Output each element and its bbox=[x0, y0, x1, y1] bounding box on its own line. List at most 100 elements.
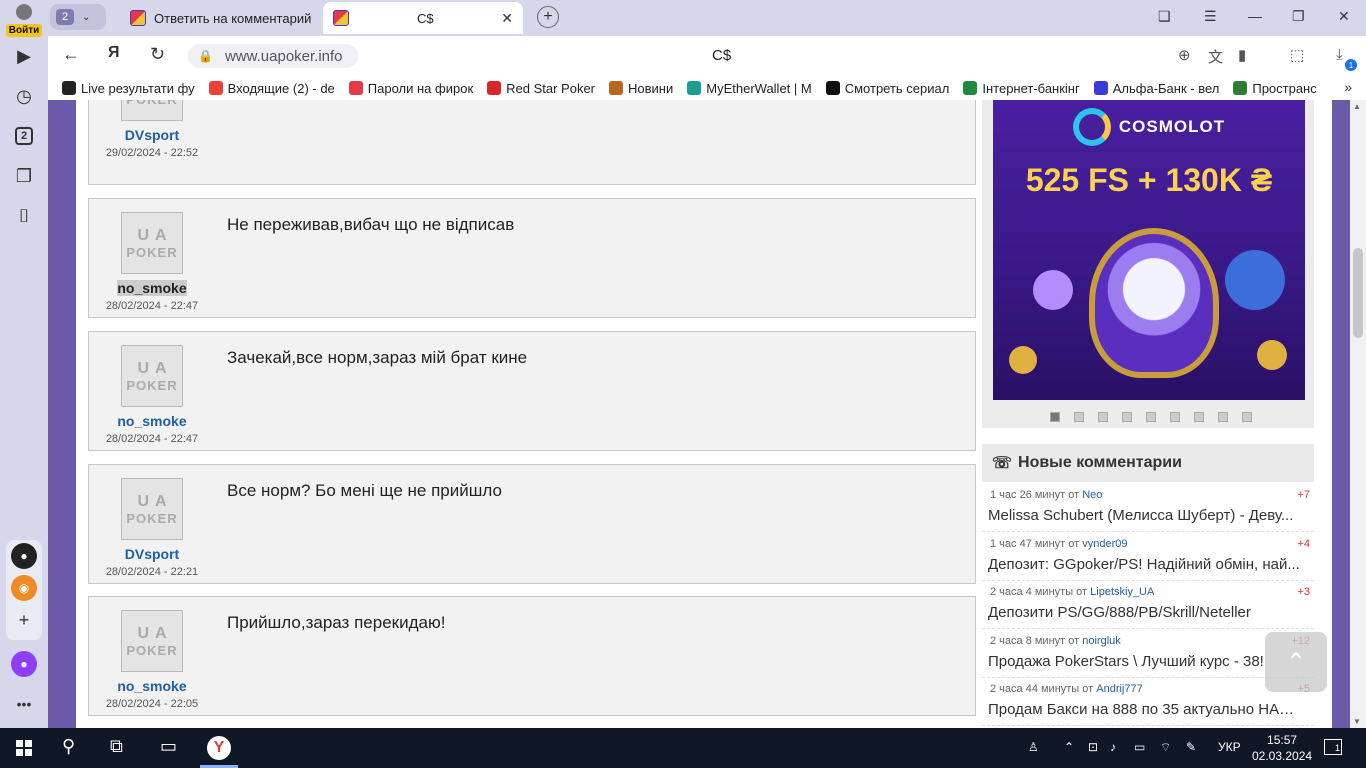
bookmark-icon[interactable]: ▮ bbox=[1238, 46, 1246, 64]
yandex-icon[interactable]: Я bbox=[108, 44, 120, 62]
history-icon[interactable]: ◷ bbox=[8, 80, 40, 112]
desktop-app-icon[interactable]: ▭ bbox=[160, 736, 177, 757]
user-avatar[interactable]: UAPOKER bbox=[121, 212, 183, 274]
new-comment-title[interactable]: Продам Бакси на 888 по 35 актуально НАВЕ… bbox=[988, 701, 1304, 718]
new-comment-user[interactable]: Andrij777 bbox=[1096, 683, 1142, 695]
add-app-icon[interactable]: + bbox=[11, 607, 37, 633]
more-icon[interactable]: ••• bbox=[8, 688, 40, 720]
ad-banner[interactable]: COSMOLOT 525 FS + 130K ₴ bbox=[982, 100, 1314, 428]
yandex-browser-icon[interactable]: Y bbox=[207, 736, 231, 760]
comment-author[interactable]: no_smoke bbox=[117, 413, 186, 429]
download-icon[interactable]: ⤓ bbox=[1336, 46, 1343, 63]
comment-item: UA POKER DVsport 28/02/2024 - 22:21 Все норм… bbox=[88, 464, 976, 584]
bookmark-item[interactable]: Red Star Poker bbox=[487, 81, 595, 96]
user-avatar[interactable]: UAPOKER bbox=[121, 478, 183, 540]
collections-icon[interactable]: ❐ bbox=[8, 160, 40, 192]
minimize-icon[interactable]: — bbox=[1248, 8, 1262, 24]
bookmark-item[interactable]: Входящие (2) - de bbox=[208, 81, 335, 96]
screenshot-icon[interactable]: ⌷ bbox=[8, 200, 40, 232]
new-comment-item[interactable]: 1 час 47 минут от vynder09 +4 Депозит: GGp… bbox=[982, 533, 1314, 581]
bookmark-item[interactable]: Пространс bbox=[1233, 81, 1317, 96]
new-comment-item[interactable]: 1 час 26 минут от Neo +7 Melissa Schubert … bbox=[982, 484, 1314, 532]
comment-author[interactable]: DVsport bbox=[125, 127, 179, 143]
new-comment-title[interactable]: Депозит: GGpoker/PS! Надійний обмін, най… bbox=[988, 556, 1304, 573]
scroll-down-icon[interactable]: ▼ bbox=[1353, 717, 1361, 726]
pen-icon[interactable]: ✎ bbox=[1186, 740, 1196, 754]
app-icon-1[interactable]: ● bbox=[11, 543, 37, 569]
slide-dot[interactable] bbox=[1170, 412, 1180, 422]
notifications-button[interactable]: 1 bbox=[1324, 739, 1342, 755]
slide-dot[interactable] bbox=[1242, 412, 1252, 422]
login-button[interactable]: Войти bbox=[4, 2, 44, 37]
banner-image[interactable]: COSMOLOT 525 FS + 130K ₴ bbox=[993, 100, 1305, 400]
new-comment-user[interactable]: vynder09 bbox=[1082, 538, 1127, 550]
extensions-icon[interactable]: ⬚ bbox=[1290, 46, 1304, 64]
search-icon[interactable]: ⚲ bbox=[62, 736, 75, 757]
bookmark-item[interactable]: MyEtherWallet | M bbox=[687, 81, 812, 96]
user-avatar[interactable]: UAPOKER bbox=[121, 100, 183, 121]
tab-reply[interactable]: Ответить на комментарий bbox=[120, 2, 322, 34]
back-icon[interactable]: ← bbox=[62, 44, 80, 65]
task-view-icon[interactable]: ⧉ bbox=[110, 736, 123, 757]
comment-author[interactable]: no_smoke bbox=[117, 280, 187, 296]
clock-date: 02.03.2024 bbox=[1252, 749, 1313, 763]
comment-author[interactable]: DVsport bbox=[125, 546, 179, 562]
tabs-count-button[interactable]: 2 bbox=[8, 120, 40, 152]
battery-icon[interactable]: ▭ bbox=[1134, 740, 1145, 754]
play-icon[interactable]: ▶ bbox=[8, 40, 40, 72]
new-comment-title[interactable]: Melissa Schubert (Мелисса Шуберт) - Деву… bbox=[988, 507, 1304, 524]
new-comment-user[interactable]: noirgluk bbox=[1082, 635, 1121, 647]
slide-dot[interactable] bbox=[1074, 412, 1084, 422]
app-icon-2[interactable]: ◉ bbox=[11, 575, 37, 601]
bookmark-favicon-icon bbox=[963, 81, 978, 95]
slide-dot[interactable] bbox=[1218, 412, 1228, 422]
close-window-icon[interactable]: ✕ bbox=[1338, 8, 1350, 25]
bookmark-item[interactable]: Інтернет-банкінг bbox=[963, 81, 1080, 96]
slide-dot[interactable] bbox=[1194, 412, 1204, 422]
user-avatar[interactable]: UAPOKER bbox=[121, 610, 183, 672]
slide-dot[interactable] bbox=[1146, 412, 1156, 422]
new-comment-meta: 2 часа 8 минут от noirgluk bbox=[990, 635, 1121, 647]
camera-icon[interactable]: ⊡ bbox=[1088, 740, 1098, 754]
alice-icon[interactable]: ● bbox=[11, 651, 37, 677]
language-indicator[interactable]: УКР bbox=[1218, 740, 1241, 754]
new-tab-button[interactable]: + bbox=[537, 6, 559, 28]
restore-icon[interactable]: ❐ bbox=[1292, 8, 1305, 25]
bookmark-item[interactable]: Live результати фу bbox=[62, 81, 195, 96]
bookmark-item[interactable]: Смотреть сериал bbox=[825, 81, 949, 96]
user-avatar[interactable]: UAPOKER bbox=[121, 345, 183, 407]
bookmark-item[interactable]: Пароли на фирок bbox=[348, 81, 473, 96]
tab-title: Ответить на комментарий bbox=[154, 10, 312, 26]
new-comment-title[interactable]: Продажа PokerStars \ Лучший курс - 38! bbox=[988, 653, 1304, 670]
volume-icon[interactable]: ♪ bbox=[1110, 740, 1116, 754]
slide-dot[interactable] bbox=[1098, 412, 1108, 422]
network-icon[interactable]: ⌔ bbox=[1160, 740, 1171, 755]
new-comment-user[interactable]: Lipetskiy_UA bbox=[1090, 586, 1154, 598]
tab-active[interactable]: C$ ✕ bbox=[323, 2, 523, 34]
new-comment-user[interactable]: Neo bbox=[1082, 489, 1102, 501]
clock[interactable]: 15:57 02.03.2024 bbox=[1252, 732, 1312, 764]
people-icon[interactable]: ♙ bbox=[1028, 740, 1039, 754]
comment-author[interactable]: no_smoke bbox=[117, 678, 186, 694]
url-field[interactable]: 🔒 www.uapoker.info bbox=[188, 44, 358, 68]
tab-group[interactable]: 2 ⌄ bbox=[50, 4, 106, 30]
zoom-icon[interactable]: ⊕ bbox=[1178, 46, 1191, 64]
scroll-to-top-button[interactable]: ⌃ bbox=[1265, 632, 1327, 692]
close-icon[interactable]: ✕ bbox=[501, 10, 513, 27]
slide-dot[interactable] bbox=[1050, 412, 1060, 422]
bookmark-item[interactable]: Альфа-Банк - вел bbox=[1093, 81, 1219, 96]
bookmark-tabs-icon[interactable]: ❑ bbox=[1158, 8, 1171, 25]
new-comment-title[interactable]: Депозити PS/GG/888/PB/Skrill/Neteller bbox=[988, 604, 1304, 621]
scroll-up-icon[interactable]: ▲ bbox=[1353, 102, 1361, 111]
menu-icon[interactable]: ☰ bbox=[1204, 8, 1217, 25]
start-button[interactable] bbox=[16, 740, 32, 756]
bookmarks-more-icon[interactable]: » bbox=[1344, 79, 1352, 95]
bookmark-item[interactable]: Новини bbox=[609, 81, 673, 96]
new-comment-item[interactable]: 2 часа 4 минуты от Lipetskiy_UA +3 Депозит… bbox=[982, 581, 1314, 629]
translate-icon[interactable]: 文 bbox=[1208, 46, 1223, 67]
reload-icon[interactable]: ↻ bbox=[150, 44, 165, 65]
tray-expand-icon[interactable]: ⌃ bbox=[1064, 740, 1074, 754]
scrollbar-thumb[interactable] bbox=[1353, 248, 1363, 338]
scrollbar[interactable]: ▲ ▼ bbox=[1350, 100, 1366, 728]
slide-dot[interactable] bbox=[1122, 412, 1132, 422]
